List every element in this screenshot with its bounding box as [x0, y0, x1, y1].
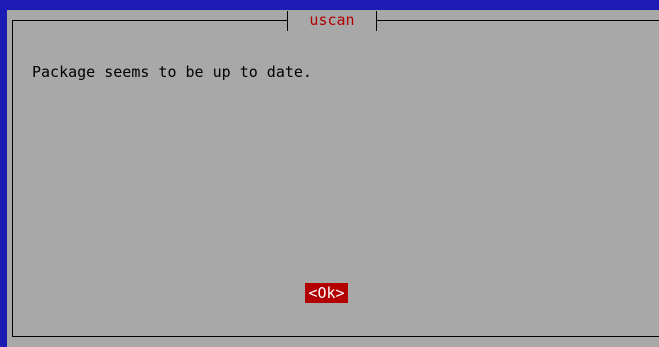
frame-top-left — [12, 20, 288, 21]
frame-left — [12, 20, 13, 336]
dialog-title: uscan — [309, 11, 355, 29]
frame-top-right — [376, 20, 659, 21]
ok-button[interactable]: <Ok> — [305, 283, 348, 303]
dialog-message: Package seems to be up to date. — [32, 63, 312, 81]
dialog-shadow — [7, 342, 659, 347]
title-separator-right — [376, 11, 377, 31]
frame-bottom — [12, 336, 659, 337]
